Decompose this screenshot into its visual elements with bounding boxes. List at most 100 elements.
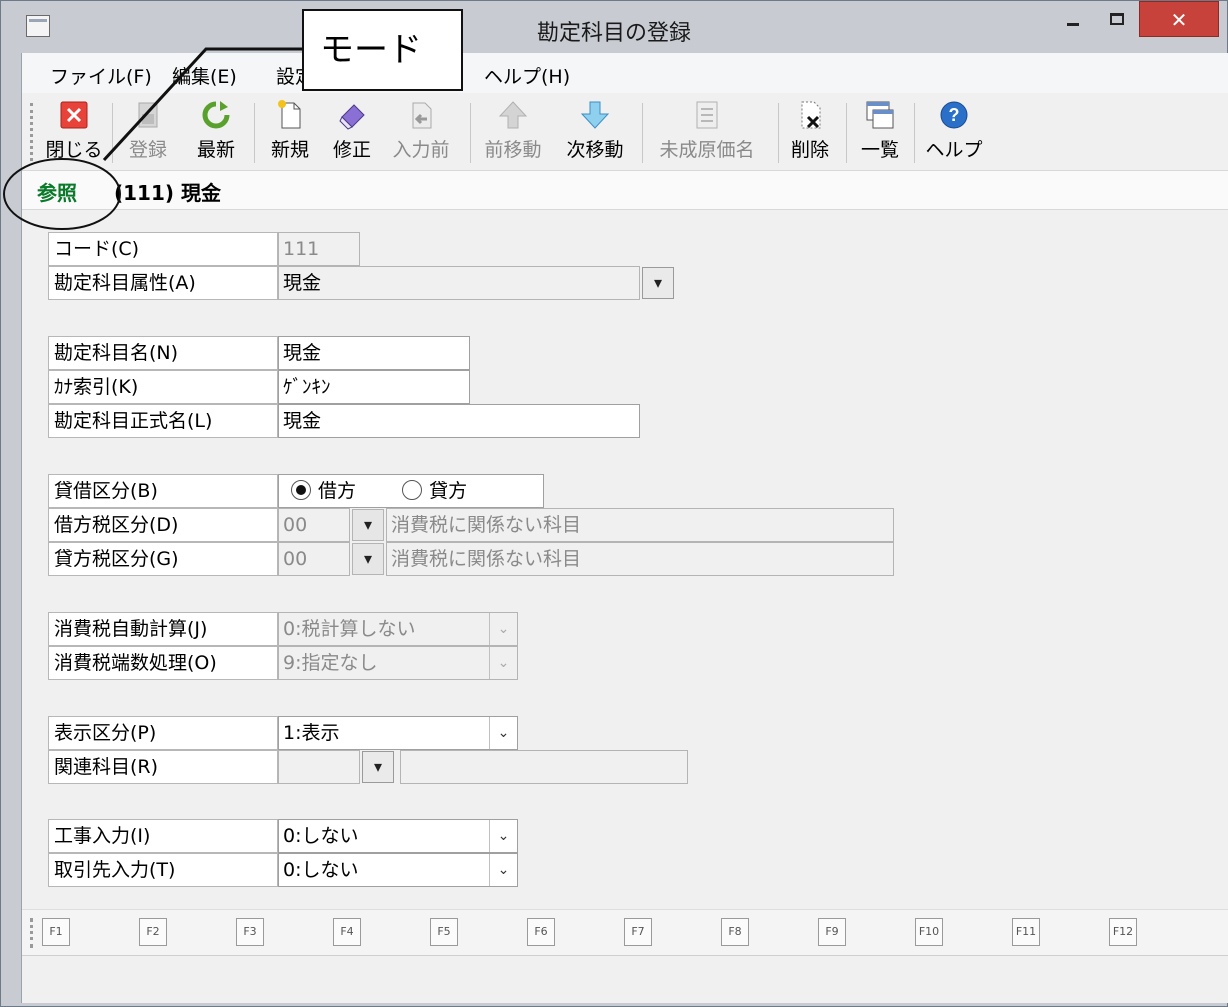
- minimize-button[interactable]: [1051, 7, 1095, 45]
- mode-callout: モード: [302, 9, 463, 91]
- credit-tax-label: 貸方税区分(G): [48, 542, 278, 576]
- status-bar: [22, 955, 1228, 1003]
- credit-tax-code-field: 00: [278, 542, 350, 576]
- close-button[interactable]: 閉じる: [44, 99, 104, 169]
- mode-label: 参照: [37, 181, 77, 205]
- list-button[interactable]: 一覧: [854, 99, 906, 169]
- f6-key[interactable]: F6: [527, 918, 555, 946]
- window-title: 勘定科目の登録: [536, 21, 691, 46]
- new-button[interactable]: 新規: [262, 99, 318, 169]
- debit-tax-code-field: 00: [278, 508, 350, 542]
- f10-key[interactable]: F10: [915, 918, 943, 946]
- window: 勘定科目の登録 ✕ ファイル(F) 編集(E) 設定 ヘルプ(H) 閉じる 登録…: [0, 0, 1228, 1007]
- radio-unselected-icon: [402, 480, 423, 500]
- f7-key[interactable]: F7: [624, 918, 652, 946]
- svg-text:?: ?: [949, 105, 960, 125]
- list-icon: [691, 99, 723, 131]
- debit-credit-label: 貸借区分(B): [48, 474, 278, 508]
- list-window-icon: [864, 99, 896, 131]
- delete-button[interactable]: 削除: [784, 99, 836, 169]
- register-button[interactable]: 登録: [120, 99, 176, 169]
- f2-key[interactable]: F2: [139, 918, 167, 946]
- radio-selected-icon: [291, 480, 311, 500]
- attribute-dropdown-button[interactable]: ▾: [642, 267, 674, 299]
- partner-input-label: 取引先入力(T): [48, 853, 278, 887]
- before-input-button[interactable]: 入力前: [386, 99, 456, 169]
- credit-tax-dropdown-button: ▾: [352, 543, 384, 575]
- chevron-down-icon: ⌄: [489, 613, 517, 645]
- related-account-label: 関連科目(R): [48, 750, 278, 784]
- arrow-up-icon: [497, 99, 529, 131]
- account-name-field[interactable]: 現金: [278, 336, 470, 370]
- kana-index-field[interactable]: ｹﾞﾝｷﾝ: [278, 370, 470, 404]
- f3-key[interactable]: F3: [236, 918, 264, 946]
- menu-help[interactable]: ヘルプ(H): [484, 62, 570, 89]
- f11-key[interactable]: F11: [1012, 918, 1040, 946]
- account-name-label: 勘定科目名(N): [48, 336, 278, 370]
- auto-tax-select: 0:税計算しない ⌄: [278, 612, 518, 646]
- code-label: コード(C): [48, 232, 278, 266]
- f9-key[interactable]: F9: [818, 918, 846, 946]
- undo-doc-icon: [405, 99, 437, 131]
- related-account-name-field: [400, 750, 688, 784]
- display-select[interactable]: 1:表示 ⌄: [278, 716, 518, 750]
- maximize-button[interactable]: [1097, 7, 1137, 45]
- f1-key[interactable]: F1: [42, 918, 70, 946]
- f5-key[interactable]: F5: [430, 918, 458, 946]
- fkey-grip: [30, 918, 33, 948]
- f8-key[interactable]: F8: [721, 918, 749, 946]
- debit-tax-dropdown-button: ▾: [352, 509, 384, 541]
- attribute-field: 現金: [278, 266, 640, 300]
- toolbar-grip: [30, 103, 33, 161]
- function-key-bar: F1 F2 F3 F4 F5 F6 F7 F8 F9 F10 F11 F12: [22, 909, 1228, 955]
- code-field: 111: [278, 232, 360, 266]
- menu-bar: ファイル(F) 編集(E) 設定 ヘルプ(H): [22, 53, 1228, 93]
- help-button[interactable]: ? ヘルプ: [922, 99, 986, 169]
- formal-name-label: 勘定科目正式名(L): [48, 404, 278, 438]
- related-account-code-field: [278, 750, 360, 784]
- mode-strip: 参照 (111) 現金: [22, 170, 1228, 210]
- chevron-down-icon: ⌄: [489, 647, 517, 679]
- kana-index-label: ｶﾅ索引(K): [48, 370, 278, 404]
- debit-credit-radio-group: 借方 貸方: [278, 474, 544, 508]
- debit-radio[interactable]: 借方: [291, 480, 356, 502]
- record-title: (111) 現金: [114, 181, 221, 205]
- formal-name-field[interactable]: 現金: [278, 404, 640, 438]
- attribute-label: 勘定科目属性(A): [48, 266, 278, 300]
- credit-radio[interactable]: 貸方: [402, 480, 467, 502]
- chevron-down-icon: ⌄: [489, 717, 517, 749]
- debit-tax-label: 借方税区分(D): [48, 508, 278, 542]
- credit-tax-desc-field: 消費税に関係ない科目: [386, 542, 894, 576]
- incomplete-cost-button[interactable]: 未成原価名: [652, 99, 762, 169]
- save-icon: [132, 99, 164, 131]
- title-bar: 勘定科目の登録 ✕: [1, 1, 1227, 53]
- construction-input-label: 工事入力(I): [48, 819, 278, 853]
- rounding-label: 消費税端数処理(O): [48, 646, 278, 680]
- chevron-down-icon: ⌄: [489, 854, 517, 886]
- edit-button[interactable]: 修正: [324, 99, 380, 169]
- construction-input-select[interactable]: 0:しない ⌄: [278, 819, 518, 853]
- arrow-down-icon: [579, 99, 611, 131]
- new-doc-icon: [274, 99, 306, 131]
- close-window-button[interactable]: ✕: [1139, 1, 1219, 37]
- f4-key[interactable]: F4: [333, 918, 361, 946]
- partner-input-select[interactable]: 0:しない ⌄: [278, 853, 518, 887]
- refresh-icon: [200, 99, 232, 131]
- menu-edit[interactable]: 編集(E): [172, 62, 237, 89]
- delete-doc-icon: [794, 99, 826, 131]
- rounding-select: 9:指定なし ⌄: [278, 646, 518, 680]
- previous-button[interactable]: 前移動: [478, 99, 548, 169]
- close-icon: [58, 99, 90, 131]
- f12-key[interactable]: F12: [1109, 918, 1137, 946]
- refresh-button[interactable]: 最新: [188, 99, 244, 169]
- chevron-down-icon: ⌄: [489, 820, 517, 852]
- next-button[interactable]: 次移動: [560, 99, 630, 169]
- auto-tax-label: 消費税自動計算(J): [48, 612, 278, 646]
- help-icon: ?: [938, 99, 970, 131]
- menu-file[interactable]: ファイル(F): [50, 62, 152, 89]
- debit-tax-desc-field: 消費税に関係ない科目: [386, 508, 894, 542]
- display-label: 表示区分(P): [48, 716, 278, 750]
- eraser-icon: [336, 99, 368, 131]
- client-area: ファイル(F) 編集(E) 設定 ヘルプ(H) 閉じる 登録 最新 新規 修正 …: [21, 53, 1228, 1003]
- related-account-dropdown-button[interactable]: ▾: [362, 751, 394, 783]
